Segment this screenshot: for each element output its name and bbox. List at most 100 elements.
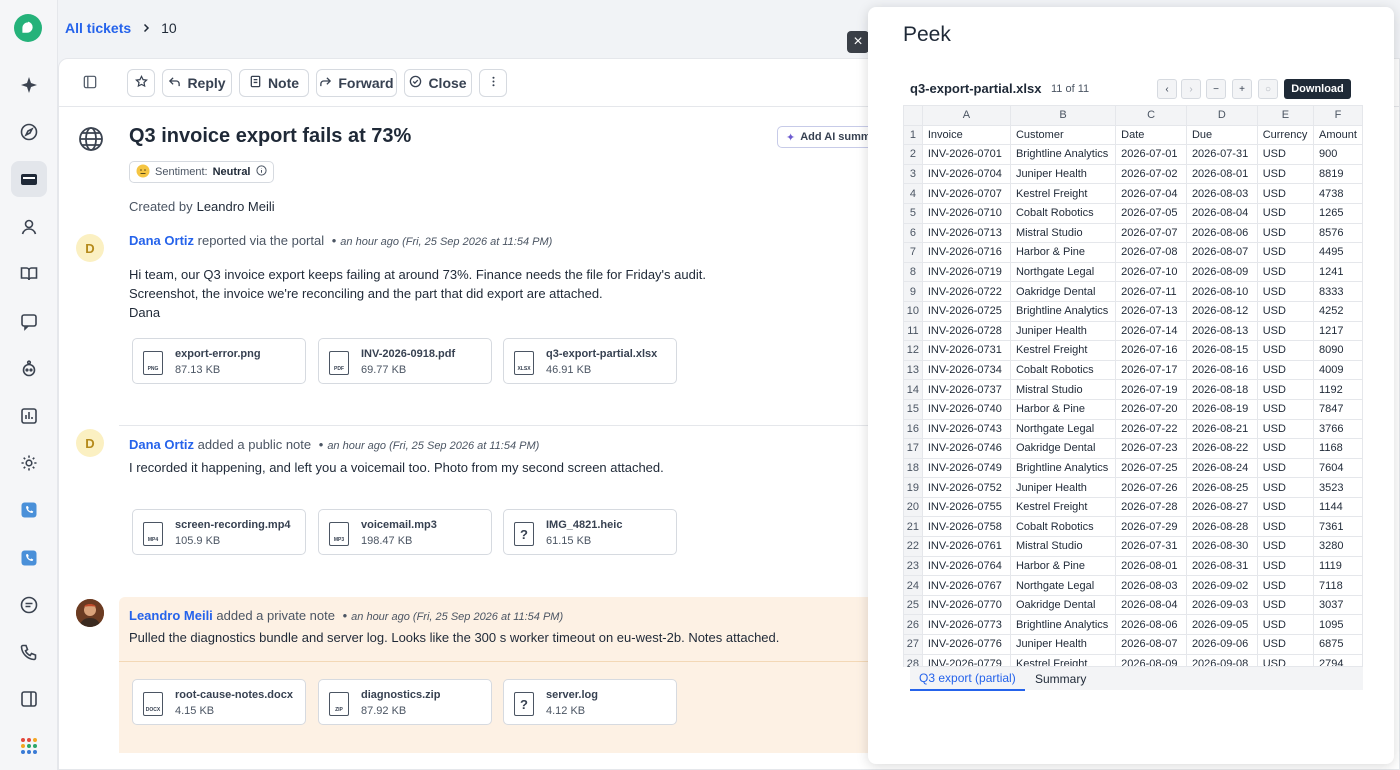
reply-button[interactable]: Reply [162,69,232,97]
message-author[interactable]: Dana Ortiz [129,437,194,452]
freddy-ai-icon[interactable] [11,67,47,103]
table-cell: 1217 [1313,320,1363,342]
freshdesk-logo-icon[interactable] [14,14,42,42]
table-cell: 1144 [1313,496,1363,518]
prev-button[interactable]: ‹ [1157,79,1177,99]
table-cell: USD [1256,144,1315,165]
next-button[interactable]: › [1181,79,1201,99]
apps-grid-icon[interactable] [11,728,47,764]
message-author[interactable]: Dana Ortiz [129,233,194,248]
table-cell: INV-2026-0773 [921,614,1011,636]
forward-button[interactable]: Forward [316,69,397,97]
phone-app-icon-2[interactable] [11,540,47,576]
breadcrumb-all-tickets[interactable]: All tickets [65,20,131,36]
chat-icon[interactable] [11,587,47,623]
table-cell: USD [1256,222,1315,244]
close-ticket-button[interactable]: Close [404,69,472,97]
note-button[interactable]: Note [239,69,309,97]
table-row: 10 INV-2026-0725 Brightline Analytics 2026-… [903,300,1363,322]
attachment[interactable]: XLSX q3-export-partial.xlsx 46.91 KB [503,338,677,384]
sheet-tab-q3-export[interactable]: Q3 export (partial) [910,667,1025,691]
attachment-name: INV-2026-0918.pdf [361,348,456,360]
file-mp3-icon: MP3 [329,522,349,546]
message-body: Pulled the diagnostics bundle and server… [129,628,779,647]
zoom-out-button[interactable]: − [1206,79,1226,99]
table-cell: USD [1256,438,1315,459]
close-peek-button[interactable]: × [847,31,869,53]
knowledge-base-icon[interactable] [11,256,47,292]
row-number: 6 [903,222,923,244]
table-cell: Juniper Health [1009,320,1117,342]
attachment[interactable]: PNG export-error.png 87.13 KB [132,338,306,384]
column-header-row: ABCDEF [903,105,1363,126]
download-button[interactable]: Download [1284,79,1351,99]
attachment-size: 61.15 KB [546,535,592,547]
table-cell: 2026-09-02 [1185,575,1258,596]
row-number: 5 [903,202,923,224]
message-author[interactable]: Leandro Meili [129,608,213,623]
table-cell: Harbor & Pine [1009,242,1117,263]
row-number: 25 [903,594,923,616]
message-line: Dana [129,305,161,320]
more-actions-button[interactable] [479,69,507,97]
attachment-name: server.log [546,689,598,701]
peek-title: Peek [903,23,951,46]
attachment-name: diagnostics.zip [361,689,441,701]
row-number: 23 [903,555,923,577]
spreadsheet-grid[interactable]: A B C D E F 1 Invoice Customer Date Due Currency Amo… [903,105,1363,667]
attachment[interactable]: ? IMG_4821.heic 61.15 KB [503,509,677,555]
table-cell: Juniper Health [1009,634,1117,655]
table-cell: Oakridge Dental [1009,281,1117,302]
attachment-size: 87.92 KB [361,705,407,717]
row-number: 2 [903,144,923,165]
sidebar-panel-icon[interactable] [11,681,47,717]
phone-app-icon[interactable] [11,492,47,528]
bot-icon[interactable] [11,351,47,387]
info-icon[interactable] [255,165,267,179]
settings-gear-icon[interactable] [11,445,47,481]
table-cell: 2026-07-16 [1115,340,1187,361]
table-cell: USD [1256,457,1315,479]
row-number: 21 [903,516,923,538]
table-cell: 2026-08-03 [1115,575,1187,596]
table-cell: USD [1256,320,1315,342]
attachment[interactable]: ZIP diagnostics.zip 87.92 KB [318,679,492,725]
zoom-in-button[interactable]: + [1232,79,1252,99]
attachment[interactable]: ? server.log 4.12 KB [503,679,677,725]
table-cell: 2026-08-07 [1115,634,1187,655]
row-number: 8 [903,261,923,283]
table-cell: 2026-08-18 [1185,379,1258,400]
table-cell: 2026-07-07 [1115,222,1187,244]
attachment-name: voicemail.mp3 [361,519,437,531]
message-time: an hour ago (Fri, 25 Sep 2026 at 11:54 P… [351,611,564,623]
tickets-icon[interactable] [11,161,47,197]
sheet-tab-summary[interactable]: Summary [1026,667,1095,691]
table-cell: 2026-07-14 [1115,320,1187,342]
attachment[interactable]: MP3 voicemail.mp3 198.47 KB [318,509,492,555]
table-row: 1 Invoice Customer Date Due Currency Amount [903,124,1363,146]
collapse-panel-icon[interactable] [83,75,99,91]
attachment[interactable]: DOCX root-cause-notes.docx 4.15 KB [132,679,306,725]
inbox-icon[interactable] [11,303,47,339]
table-cell: 2026-07-22 [1115,418,1187,440]
table-cell: 2026-08-06 [1185,222,1258,244]
table-cell: 1095 [1313,614,1363,636]
table-row: 6 INV-2026-0713 Mistral Studio 2026-07-07 20… [903,222,1363,244]
created-by-name[interactable]: Leandro Meili [197,199,275,214]
attachment[interactable]: MP4 screen-recording.mp4 105.9 KB [132,509,306,555]
forward-label: Forward [338,75,394,91]
contacts-icon[interactable] [11,209,47,245]
reports-icon[interactable] [11,398,47,434]
phone-icon[interactable] [11,634,47,670]
message-action: added a private note [216,608,335,623]
row-number: 22 [903,536,923,557]
attachment[interactable]: PDF INV-2026-0918.pdf 69.77 KB [318,338,492,384]
reset-zoom-button[interactable]: ○ [1258,79,1278,99]
table-row: 11 INV-2026-0728 Juniper Health 2026-07-14 2… [903,320,1363,342]
compass-icon[interactable] [11,114,47,150]
note-icon [249,75,262,91]
attachment-size: 105.9 KB [175,535,221,547]
star-button[interactable] [127,69,155,97]
note-label: Note [267,75,300,91]
table-row: 12 INV-2026-0731 Kestrel Freight 2026-07-16… [903,340,1363,361]
